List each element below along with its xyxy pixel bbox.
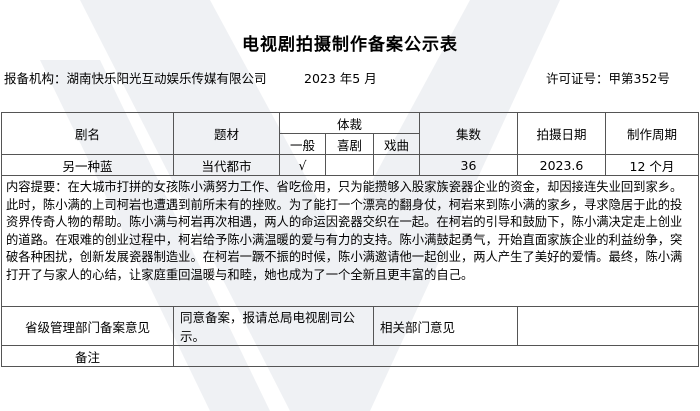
cell-opera: [373, 154, 420, 176]
header-shoot-date: 拍摄日期: [517, 112, 606, 155]
page-title: 电视剧拍摄制作备案公示表: [242, 35, 458, 55]
header-genre-general: 一般: [279, 133, 326, 155]
reporting-org: 报备机构：湖南快乐阳光互动娱乐传媒有限公司: [4, 70, 274, 87]
header-theme: 题材: [173, 112, 280, 155]
license-value: 甲第352号: [608, 71, 670, 86]
cell-shoot-date: 2023.6: [517, 154, 606, 176]
license-label: 许可证号：: [546, 71, 609, 86]
related-opinion-value: [517, 306, 699, 346]
synopsis-label: 内容提要：: [6, 180, 68, 194]
related-opinion-label: 相关部门意见: [373, 306, 518, 346]
license-number: 许可证号：甲第352号: [546, 70, 670, 87]
filing-date: 2023 年5 月: [304, 71, 377, 86]
header-genre: 体裁: [279, 112, 420, 134]
cell-general: √: [279, 154, 326, 176]
cell-name: 另一种蓝: [1, 154, 174, 176]
header-genre-comedy: 喜剧: [325, 133, 374, 155]
cell-episodes: 36: [419, 154, 518, 176]
org-value: 湖南快乐阳光互动娱乐传媒有限公司: [66, 71, 267, 86]
provincial-opinion-value: 同意备案，报请总局电视剧司公示。: [173, 306, 374, 346]
synopsis-text: 在大城市打拼的女孩陈小满努力工作、省吃俭用，只为能攒够入股家族瓷器企业的资金，却…: [6, 180, 683, 282]
header-genre-opera: 戏曲: [373, 133, 420, 155]
filing-table: 剧名 题材 体裁 集数 拍摄日期 制作周期 一般 喜剧 戏曲 另一种蓝 当代都市…: [1, 112, 699, 367]
header-name: 剧名: [1, 112, 174, 155]
note-value: [173, 345, 699, 367]
cell-theme: 当代都市: [173, 154, 280, 176]
cell-cycle: 12 个月: [605, 154, 699, 176]
note-label: 备注: [1, 345, 174, 367]
org-label: 报备机构：: [4, 71, 67, 86]
synopsis-cell: 内容提要：在大城市打拼的女孩陈小满努力工作、省吃俭用，只为能攒够入股家族瓷器企业…: [1, 175, 699, 307]
cell-comedy: [325, 154, 374, 176]
provincial-opinion-label: 省级管理部门备案意见: [1, 306, 174, 346]
header-episodes: 集数: [419, 112, 518, 155]
header-cycle: 制作周期: [605, 112, 699, 155]
